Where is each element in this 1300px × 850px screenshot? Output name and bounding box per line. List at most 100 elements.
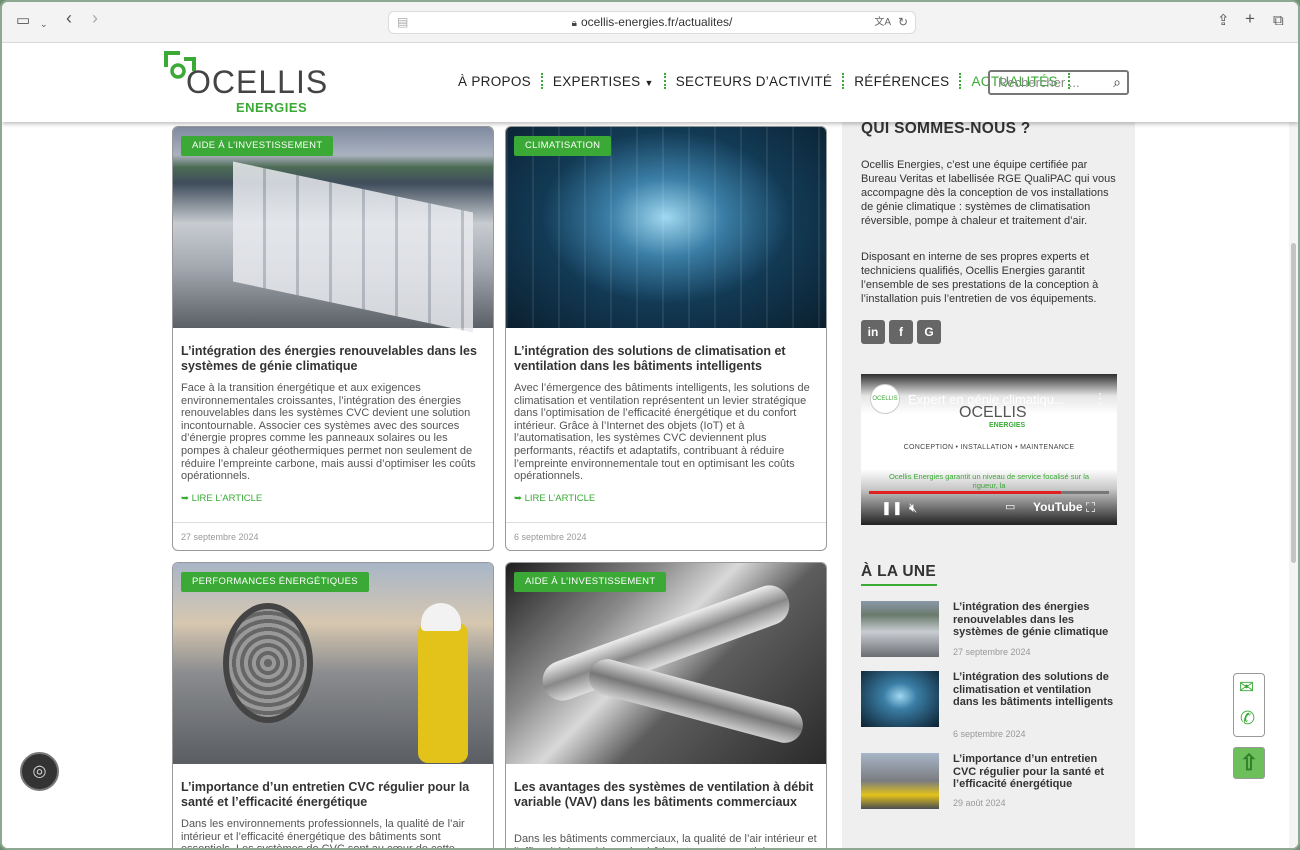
nav-item-a-propos[interactable]: À PROPOS <box>448 74 541 89</box>
search-input[interactable]: Rechercher ... ⌕ <box>988 70 1129 95</box>
browser-window: ▭ ⌄ ‹ › ▤ 🔒︎ ocellis-energies.fr/actualit… <box>0 0 1300 850</box>
linkedin-icon[interactable]: in <box>861 320 885 344</box>
category-badge[interactable]: CLIMATISATION <box>514 136 612 156</box>
une-item[interactable]: L’intégration des énergies renouvelables… <box>861 601 1117 661</box>
nav-item-label: EXPERTISES <box>552 73 641 89</box>
channel-avatar[interactable]: OCELLIS <box>870 384 900 414</box>
reader-icon[interactable]: ▤ <box>397 12 408 33</box>
article-card[interactable]: AIDE À L’INVESTISSEMENT Les avantages de… <box>505 562 827 848</box>
google-icon[interactable]: G <box>917 320 941 344</box>
video-caption: Ocellis Energies garantit un niveau de s… <box>888 472 1090 490</box>
youtube-video-embed[interactable]: OCELLIS Expert en génie climatiqu... ⋮ O… <box>861 374 1117 525</box>
fingerprint-icon: ◎ <box>32 763 47 780</box>
article-excerpt: Face à la transition énergétique et aux … <box>181 382 476 483</box>
article-image-server-corridor[interactable] <box>506 127 826 328</box>
arrow-up-icon: ⇧ <box>1239 750 1259 775</box>
sidebar-toggle-icon[interactable]: ▭ <box>16 13 30 29</box>
une-thumbnail[interactable] <box>861 601 939 657</box>
about-paragraph: Ocellis Energies, c’est une équipe certi… <box>861 159 1116 227</box>
une-thumbnail[interactable] <box>861 671 939 727</box>
article-excerpt: Dans les environnements professionnels, … <box>181 818 465 850</box>
article-title[interactable]: L’intégration des solutions de climatisa… <box>514 344 820 374</box>
article-excerpt: Dans les bâtiments commerciaux, la quali… <box>514 833 817 848</box>
caret-down-icon: ▼ <box>644 77 654 88</box>
une-item[interactable]: L’intégration des solutions de climatisa… <box>861 671 1117 741</box>
back-icon[interactable]: ‹ <box>66 9 72 27</box>
une-item[interactable]: L’importance d’un entretien CVC régulier… <box>861 753 1117 813</box>
article-image-solar-batteries[interactable] <box>173 127 493 333</box>
article-date: 6 septembre 2024 <box>506 522 826 550</box>
nav-item-secteurs[interactable]: SECTEURS D’ACTIVITÉ <box>666 74 842 89</box>
search-icon[interactable]: ⌕ <box>1113 74 1121 91</box>
une-heading: À LA UNE <box>861 563 937 580</box>
video-progress-fill <box>869 491 1061 494</box>
arrow-icon: ➥ <box>181 493 189 504</box>
une-date: 6 septembre 2024 <box>953 729 1026 739</box>
category-badge[interactable]: PERFORMANCES ÉNERGÉTIQUES <box>181 572 369 592</box>
une-title[interactable]: L’importance d’un entretien CVC régulier… <box>953 753 1118 791</box>
main-nav: À PROPOS EXPERTISES ▼ SECTEURS D’ACTIVIT… <box>448 73 1070 89</box>
article-date: 27 septembre 2024 <box>173 522 493 550</box>
article-card[interactable]: CLIMATISATION L’intégration des solution… <box>505 126 827 551</box>
lock-icon: 🔒︎ <box>571 18 577 29</box>
logo-sub: ENERGIES <box>236 100 308 115</box>
heading-underline <box>861 584 937 586</box>
main-content: AIDE À L’INVESTISSEMENT L’intégration de… <box>2 120 1298 850</box>
une-title[interactable]: L’intégration des solutions de climatisa… <box>953 671 1118 709</box>
scroll-to-top-button[interactable]: ⇧ <box>1233 747 1265 779</box>
une-title[interactable]: L’intégration des énergies renouvelables… <box>953 601 1118 639</box>
category-badge[interactable]: AIDE À L’INVESTISSEMENT <box>181 136 334 156</box>
article-excerpt: Avec l’émergence des bâtiments intellige… <box>514 382 810 483</box>
pause-icon[interactable]: ❚❚ <box>881 500 903 516</box>
une-thumbnail[interactable] <box>861 753 939 809</box>
site-logo[interactable]: OCELLIS ENERGIES <box>164 51 327 115</box>
read-more-label: LIRE L’ARTICLE <box>191 493 263 504</box>
scrollbar-thumb[interactable] <box>1291 243 1296 563</box>
reload-icon[interactable]: ↻ <box>898 12 908 33</box>
more-options-icon[interactable]: ⋮ <box>1093 390 1107 407</box>
video-brand: OCELLIS <box>959 404 1027 421</box>
video-progress-bar[interactable] <box>869 491 1109 494</box>
search-placeholder: Rechercher ... <box>998 75 1080 90</box>
article-image-technician-fans[interactable] <box>173 563 493 764</box>
page-scrollbar[interactable] <box>1289 43 1298 848</box>
article-card[interactable]: AIDE À L’INVESTISSEMENT L’intégration de… <box>172 126 494 551</box>
forward-icon[interactable]: › <box>92 9 98 27</box>
article-title[interactable]: L’intégration des énergies renouvelables… <box>181 344 487 374</box>
new-tab-icon[interactable]: + <box>1245 10 1255 27</box>
about-heading: QUI SOMMES-NOUS ? <box>861 120 1031 137</box>
video-tagline: CONCEPTION • INSTALLATION • MAINTENANCE <box>903 444 1075 451</box>
une-date: 29 août 2024 <box>953 798 1006 808</box>
nav-item-references[interactable]: RÉFÉRENCES <box>844 74 959 89</box>
address-bar[interactable]: ▤ 🔒︎ ocellis-energies.fr/actualites/ 文A ↻ <box>388 11 916 34</box>
article-card[interactable]: PERFORMANCES ÉNERGÉTIQUES L’importance d… <box>172 562 494 850</box>
video-brand-sub: ENERGIES <box>989 422 1026 429</box>
phone-icon[interactable]: ✆ <box>1240 708 1255 729</box>
facebook-icon[interactable]: f <box>889 320 913 344</box>
mute-icon[interactable]: 🔇︎ <box>909 500 917 516</box>
nav-item-expertises[interactable]: EXPERTISES ▼ <box>543 74 664 89</box>
cookie-settings-button[interactable]: ◎ <box>20 752 59 791</box>
category-badge[interactable]: AIDE À L’INVESTISSEMENT <box>514 572 667 592</box>
youtube-logo[interactable]: YouTube <box>1033 500 1083 514</box>
mail-icon[interactable]: ✉ <box>1239 677 1254 698</box>
chevron-down-icon[interactable]: ⌄ <box>40 16 48 32</box>
read-more-label: LIRE L’ARTICLE <box>524 493 596 504</box>
tabs-overview-icon[interactable]: ⧉ <box>1273 13 1284 29</box>
read-more-link[interactable]: ➥ LIRE L’ARTICLE <box>181 493 262 504</box>
arrow-icon: ➥ <box>514 493 522 504</box>
share-icon[interactable]: ⇪ <box>1217 13 1230 29</box>
captions-icon[interactable]: ▭ <box>1005 500 1015 513</box>
web-page: OCELLIS ENERGIES À PROPOS EXPERTISES ▼ S… <box>2 43 1298 850</box>
article-image-ducts[interactable] <box>506 563 826 764</box>
about-paragraph: Disposant en interne de ses propres expe… <box>861 251 1099 305</box>
article-title[interactable]: L’importance d’un entretien CVC régulier… <box>181 780 487 810</box>
site-header: OCELLIS ENERGIES À PROPOS EXPERTISES ▼ S… <box>2 43 1298 122</box>
read-more-link[interactable]: ➥ LIRE L’ARTICLE <box>514 493 595 504</box>
une-date: 27 septembre 2024 <box>953 647 1031 657</box>
translate-icon[interactable]: 文A <box>874 12 891 33</box>
logo-word: OCELLIS <box>186 64 329 100</box>
sidebar: QUI SOMMES-NOUS ? Ocellis Energies, c’es… <box>842 120 1135 848</box>
fullscreen-icon[interactable]: ⛶ <box>1086 500 1095 516</box>
article-title[interactable]: Les avantages des systèmes de ventilatio… <box>514 780 820 810</box>
